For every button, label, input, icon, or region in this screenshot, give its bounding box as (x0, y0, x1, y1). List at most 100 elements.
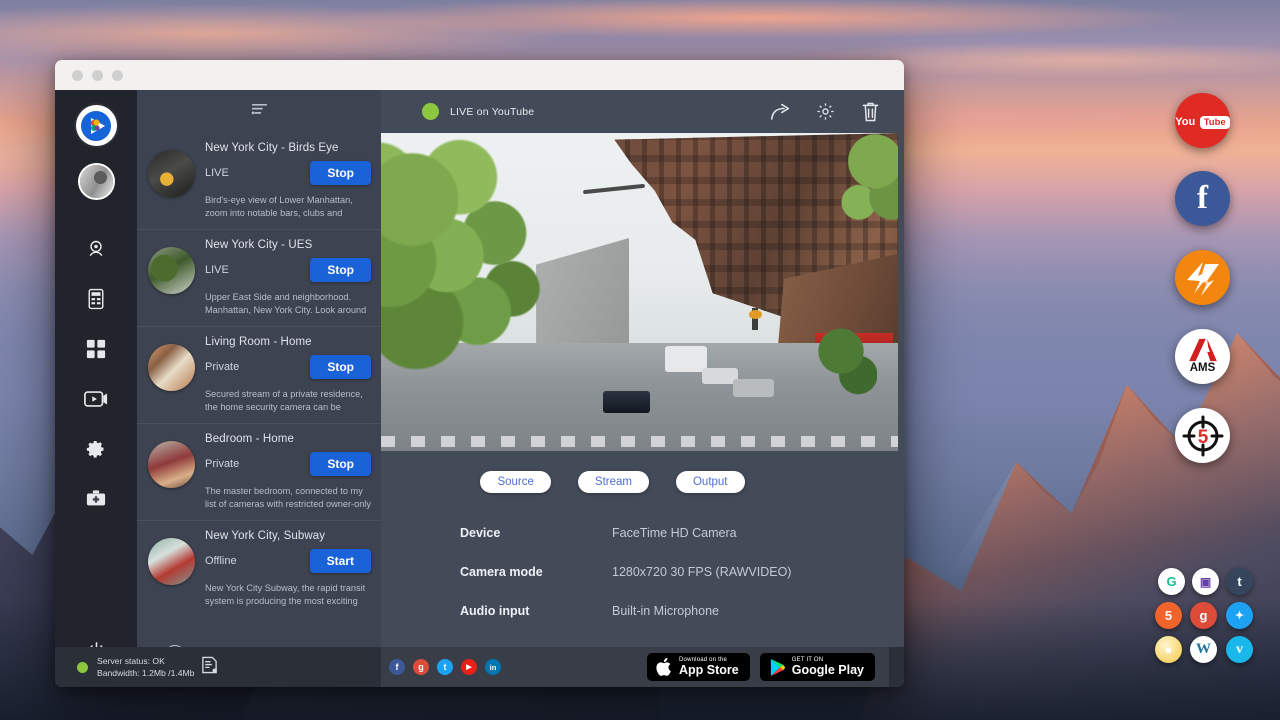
camera-thumbnail (148, 538, 195, 585)
camera-name: Living Room - Home (205, 336, 371, 348)
camera-toggle-button[interactable]: Stop (310, 161, 371, 185)
list-item[interactable]: New York City, Subway Offline Start New … (137, 520, 381, 617)
desktop-icon-twitter[interactable]: ✦ (1226, 602, 1253, 629)
camera-thumbnail (148, 247, 195, 294)
camera-name: New York City, Subway (205, 530, 371, 542)
camera-thumbnail (148, 344, 195, 391)
camera-toggle-button[interactable]: Stop (310, 258, 371, 282)
detail-label: Audio input (460, 604, 612, 618)
desktop-icon-twitch[interactable]: ▣ (1192, 568, 1219, 595)
app-store-line2: App Store (679, 664, 739, 677)
play-triangle-icon (769, 658, 786, 677)
camera-status: LIVE (205, 167, 229, 179)
status-right: f g t ▶ in Download on the App Store (381, 647, 889, 687)
first-aid-kit-icon (85, 489, 107, 509)
desktop-icon-grammarly[interactable]: G (1158, 568, 1185, 595)
detail-row: Camera mode 1280x720 30 FPS (RAWVIDEO) (460, 565, 904, 579)
desktop-icon-adobe-ams[interactable]: AMS (1175, 329, 1230, 384)
truck (665, 346, 706, 371)
youtube-icon[interactable]: ▶ (461, 659, 477, 675)
facebook-glyph: f (1197, 180, 1208, 217)
maximize-icon[interactable] (112, 70, 123, 81)
desktop-icon-five[interactable]: 5 (1155, 602, 1182, 629)
source-details: Device FaceTime HD Camera Camera mode 12… (381, 493, 904, 643)
close-icon[interactable] (72, 70, 83, 81)
desktop-icon-tumblr[interactable]: t (1226, 568, 1253, 595)
google-play-line2: Google Play (792, 664, 864, 677)
desktop-icon-sun[interactable]: ● (1155, 636, 1182, 663)
sidebar-item-cameras[interactable] (55, 224, 137, 274)
list-item[interactable]: New York City - Birds Eye LIVE Stop Bird… (137, 133, 381, 229)
gear-icon (86, 439, 106, 459)
webcam-icon (86, 239, 106, 259)
minimize-icon[interactable] (92, 70, 103, 81)
detail-value[interactable]: Built-in Microphone (612, 604, 719, 618)
camera-status: Offline (205, 555, 237, 567)
camera-toggle-button[interactable]: Start (310, 549, 371, 573)
window-titlebar (55, 60, 904, 90)
video-preview[interactable] (381, 133, 898, 451)
bandwidth-line: Bandwidth: 1.2Mb /1.4Mb (97, 668, 194, 678)
gear-icon[interactable] (808, 97, 842, 127)
app-logo-icon[interactable] (76, 105, 117, 146)
detail-label: Camera mode (460, 565, 612, 579)
camera-description: Upper East Side and neighborhood. Manhat… (205, 291, 371, 317)
ams-label: AMS (1187, 363, 1219, 375)
detail-row: Device FaceTime HD Camera (460, 526, 904, 540)
camera-list-panel: New York City - Birds Eye LIVE Stop Bird… (137, 90, 381, 687)
desktop-icon-google-plus[interactable]: g (1190, 602, 1217, 629)
sidebar-rail (55, 90, 137, 687)
camera-status: Private (205, 458, 239, 470)
desktop: New York City - Birds Eye LIVE Stop Bird… (0, 0, 1280, 720)
sort-filter-icon[interactable] (250, 101, 269, 123)
list-toolbar (137, 90, 381, 133)
detail-value[interactable]: 1280x720 30 FPS (RAWVIDEO) (612, 565, 791, 579)
camera-toggle-button[interactable]: Stop (310, 452, 371, 476)
camera-description: Bird's-eye view of Lower Manhattan, zoom… (205, 194, 371, 220)
main-panel: LIVE on YouTube (381, 90, 904, 687)
car (603, 391, 650, 413)
camera-name: Bedroom - Home (205, 433, 371, 445)
desktop-icon-wirecast[interactable]: 5 (1175, 408, 1230, 463)
status-left: Server status: OK Bandwidth: 1.2Mb /1.4M… (55, 647, 381, 687)
camera-status: Private (205, 361, 239, 373)
facebook-icon[interactable]: f (389, 659, 405, 675)
server-status-line: Server status: OK (97, 656, 165, 666)
list-item[interactable]: New York City - UES LIVE Stop Upper East… (137, 229, 381, 326)
server-status-text: Server status: OK Bandwidth: 1.2Mb /1.4M… (97, 655, 194, 680)
desktop-icon-vimeo[interactable]: v (1226, 636, 1253, 663)
google-plus-icon[interactable]: g (413, 659, 429, 675)
camera-name: New York City - Birds Eye (205, 142, 371, 154)
desktop-icon-youtube[interactable]: You Tube (1175, 93, 1230, 148)
google-play-badge[interactable]: GET IT ON Google Play (760, 653, 875, 681)
adobe-icon (1187, 338, 1219, 362)
desktop-icon-wordpress[interactable]: W (1190, 636, 1217, 663)
youtube-line1: You (1175, 116, 1195, 128)
trash-icon[interactable] (853, 97, 887, 127)
linkedin-icon[interactable]: in (485, 659, 501, 675)
sidebar-item-console[interactable] (55, 274, 137, 324)
sidebar-item-settings[interactable] (55, 424, 137, 474)
share-icon[interactable] (763, 97, 797, 127)
status-bar: Server status: OK Bandwidth: 1.2Mb /1.4M… (55, 647, 904, 687)
live-status-label: LIVE on YouTube (450, 106, 534, 118)
app-store-badge[interactable]: Download on the App Store (647, 653, 750, 681)
tab-source[interactable]: Source (480, 471, 550, 493)
list-item[interactable]: Living Room - Home Private Stop Secured … (137, 326, 381, 423)
camera-status: LIVE (205, 264, 229, 276)
sidebar-item-broadcast[interactable] (55, 374, 137, 424)
stats-document-icon[interactable] (201, 656, 218, 679)
desktop-icon-facebook[interactable]: f (1175, 171, 1230, 226)
traffic-signal (752, 308, 758, 330)
twitter-icon[interactable]: t (437, 659, 453, 675)
desktop-icon-wave[interactable] (1175, 250, 1230, 305)
tab-output[interactable]: Output (676, 471, 745, 493)
detail-value[interactable]: FaceTime HD Camera (612, 526, 737, 540)
detail-row: Audio input Built-in Microphone (460, 604, 904, 618)
user-avatar[interactable] (80, 165, 113, 198)
list-item[interactable]: Bedroom - Home Private Stop The master b… (137, 423, 381, 520)
sidebar-item-toolkit[interactable] (55, 474, 137, 524)
tab-stream[interactable]: Stream (578, 471, 649, 493)
sidebar-item-dashboard[interactable] (55, 324, 137, 374)
camera-toggle-button[interactable]: Stop (310, 355, 371, 379)
